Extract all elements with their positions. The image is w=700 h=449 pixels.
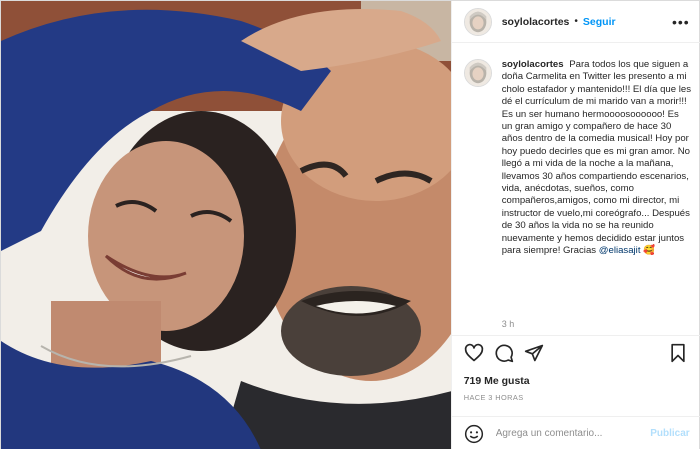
emoji-icon[interactable] [464, 424, 484, 444]
bookmark-icon[interactable] [668, 343, 688, 363]
comment-input[interactable] [495, 428, 646, 439]
action-bar [451, 335, 700, 369]
header-username[interactable]: soylolacortes [502, 16, 570, 28]
selfie-photo-image [1, 1, 451, 449]
caption-avatar-image [464, 60, 491, 86]
comment-bar: Publicar [451, 416, 700, 449]
caption-text: Para todos los que siguen a doña Carmeli… [501, 59, 692, 257]
post-header: soylolacortes • Seguir ••• [451, 1, 700, 43]
publish-button[interactable]: Publicar [650, 428, 689, 439]
caption-time: 3 h [501, 319, 515, 329]
post-photo[interactable] [1, 1, 451, 449]
post-side-panel: soylolacortes • Seguir ••• soylolacortes… [450, 1, 700, 449]
header-separator: • [574, 16, 578, 27]
more-horizontal-icon[interactable]: ••• [672, 14, 690, 30]
caption-text-block: soylolacortes Para todos los que siguen … [502, 59, 692, 258]
follow-button[interactable]: Seguir [583, 16, 616, 28]
comment-icon[interactable] [494, 343, 514, 363]
caption-avatar[interactable] [463, 59, 492, 87]
avatar[interactable] [463, 7, 492, 36]
avatar-image [464, 8, 491, 35]
caption-emoji: 🥰 [643, 245, 656, 257]
caption-username[interactable]: soylolacortes [502, 59, 564, 70]
likes-count[interactable]: 719 Me gusta [464, 375, 530, 387]
post-time-ago: HACE 3 HORAS [463, 393, 524, 402]
caption-mention[interactable]: @eliasajit [599, 245, 641, 256]
share-icon[interactable] [524, 343, 544, 363]
caption-block: soylolacortes Para todos los que siguen … [463, 59, 696, 258]
heart-icon[interactable] [464, 343, 484, 363]
instagram-post: soylolacortes • Seguir ••• soylolacortes… [0, 0, 700, 449]
